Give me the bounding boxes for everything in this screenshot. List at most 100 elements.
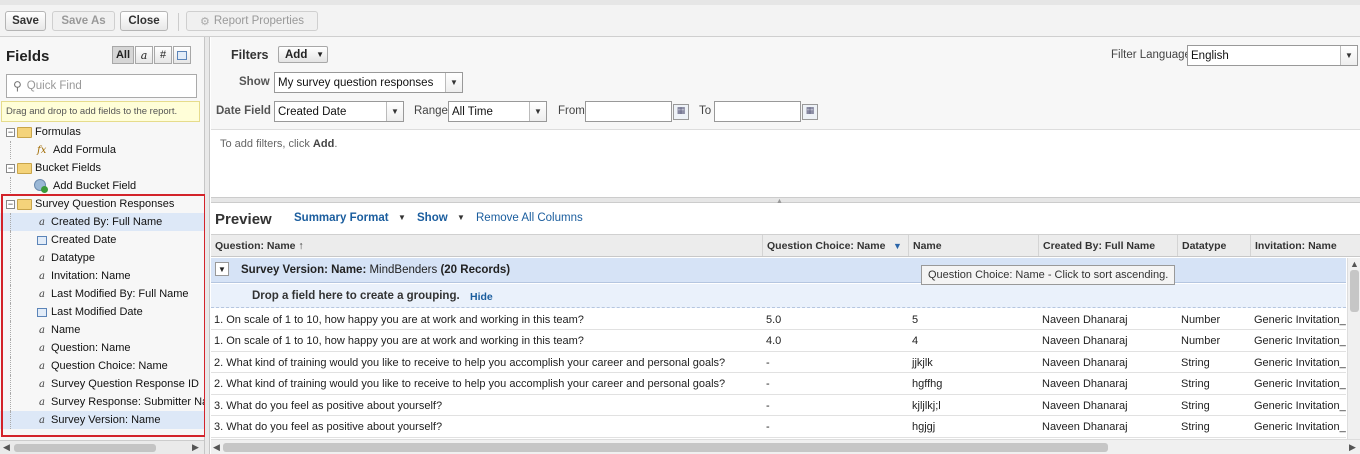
- scroll-up-icon[interactable]: ▲: [1350, 259, 1359, 269]
- column-header-question-choice-name[interactable]: Question Choice: Name: [763, 235, 909, 256]
- tree-item-add-formula[interactable]: fx Add Formula: [0, 141, 204, 159]
- field-last-modified-date[interactable]: Last Modified Date: [0, 303, 204, 321]
- sort-tooltip: Question Choice: Name - Click to sort as…: [921, 265, 1176, 285]
- add-filter-button[interactable]: Add ▼: [278, 46, 328, 63]
- tree-line: [10, 375, 11, 393]
- scroll-left-icon[interactable]: ◀: [213, 442, 220, 453]
- hide-link[interactable]: Hide: [470, 291, 493, 303]
- cell-question-name: 2. What kind of training would you like …: [214, 378, 726, 390]
- chevron-down-icon[interactable]: ▼: [457, 213, 465, 222]
- field-last-modified-by-full-name[interactable]: a Last Modified By: Full Name: [0, 285, 204, 303]
- field-created-by-full-name[interactable]: a Created By: Full Name: [0, 213, 204, 231]
- grouping-drop-zone[interactable]: Drop a field here to create a grouping. …: [211, 284, 1346, 308]
- collapse-toggle-icon[interactable]: −: [6, 127, 15, 137]
- fields-title: Fields: [6, 48, 50, 65]
- tree-item-add-bucket-field[interactable]: Add Bucket Field: [0, 177, 204, 195]
- date-field-select[interactable]: Created Date ▼: [274, 101, 404, 122]
- text-field-icon: a: [39, 396, 45, 408]
- cell-created-by: Naveen Dhanaraj: [1042, 378, 1128, 390]
- from-calendar-icon[interactable]: ▦: [673, 104, 689, 120]
- field-survey-response-submitter-name[interactable]: a Survey Response: Submitter Na: [0, 393, 208, 411]
- cell-name: hgffhg: [912, 378, 943, 390]
- filter-message-prefix: To add filters, click: [220, 138, 313, 150]
- show-select[interactable]: My survey question responses ▼: [274, 72, 463, 93]
- remove-all-columns-link[interactable]: Remove All Columns: [476, 212, 583, 224]
- table-row[interactable]: 3. What do you feel as positive about yo…: [211, 417, 1346, 438]
- to-date-input[interactable]: [714, 101, 801, 122]
- save-as-button[interactable]: Save As: [52, 11, 115, 31]
- group-header-row[interactable]: ▼ Survey Version: Name: MindBenders (20 …: [211, 258, 1346, 283]
- group-menu-icon[interactable]: ▼: [215, 262, 229, 276]
- column-header-datatype[interactable]: Datatype: [1178, 235, 1251, 256]
- column-menu-icon[interactable]: ▼: [893, 241, 902, 251]
- filter-language-select[interactable]: English ▼: [1187, 45, 1358, 66]
- tree-folder-formulas[interactable]: − Formulas: [0, 123, 204, 141]
- group-field: Survey Version: Name:: [241, 264, 367, 276]
- filter-all-button[interactable]: All: [112, 46, 134, 64]
- fields-horizontal-scrollbar[interactable]: ◀ ▶: [0, 440, 204, 454]
- to-calendar-icon[interactable]: ▦: [802, 104, 818, 120]
- tree-folder-survey-question-responses[interactable]: − Survey Question Responses: [0, 195, 204, 213]
- column-header-created-by[interactable]: Created By: Full Name: [1039, 235, 1178, 256]
- column-header-name[interactable]: Name: [909, 235, 1039, 256]
- field-survey-version-name[interactable]: a Survey Version: Name: [0, 411, 204, 429]
- field-question-choice-name[interactable]: a Question Choice: Name: [0, 357, 204, 375]
- cell-datatype: Number: [1181, 313, 1221, 326]
- from-date-input[interactable]: [585, 101, 672, 122]
- range-select[interactable]: All Time ▼: [448, 101, 547, 122]
- quick-find-input[interactable]: ⚲ Quick Find: [6, 74, 197, 98]
- chevron-down-icon: ▼: [445, 73, 462, 92]
- cell-created-by: Naveen Dhanaraj: [1042, 313, 1128, 326]
- table-row[interactable]: 3. What do you feel as positive about yo…: [211, 395, 1346, 416]
- scroll-left-icon[interactable]: ◀: [3, 442, 10, 453]
- chevron-down-icon[interactable]: ▼: [398, 213, 406, 222]
- save-button[interactable]: Save: [5, 11, 46, 31]
- collapse-toggle-icon[interactable]: −: [6, 163, 15, 173]
- table-row[interactable]: 1. On scale of 1 to 10, how happy you ar…: [211, 309, 1346, 330]
- cell-name: 4: [912, 335, 919, 347]
- preview-vertical-scrollbar[interactable]: ▲: [1347, 258, 1360, 439]
- preview-header: Preview Summary Format ▼ Show ▼ Remove A…: [211, 203, 1360, 234]
- scroll-right-icon[interactable]: ▶: [1349, 442, 1356, 453]
- field-created-date[interactable]: Created Date: [0, 231, 204, 249]
- date-field-icon: [37, 307, 47, 317]
- cell-question-name: 1. On scale of 1 to 10, how happy you ar…: [214, 313, 584, 326]
- filter-date-button[interactable]: [173, 46, 191, 64]
- table-row[interactable]: 1. On scale of 1 to 10, how happy you ar…: [211, 331, 1346, 352]
- table-row[interactable]: 2. What kind of training would you like …: [211, 352, 1346, 373]
- column-header-invitation-name[interactable]: Invitation: Name: [1251, 235, 1360, 256]
- tree-label: Survey Response: Submitter Na: [51, 396, 209, 408]
- tree-line: [10, 339, 11, 357]
- cell-name: jjkjlk: [912, 356, 933, 369]
- show-link[interactable]: Show: [417, 212, 448, 224]
- report-properties-button[interactable]: ⚙ Report Properties: [186, 11, 318, 31]
- filter-text-button[interactable]: a: [135, 46, 153, 64]
- field-datatype[interactable]: a Datatype: [0, 249, 204, 267]
- table-row[interactable]: 2. What kind of training would you like …: [211, 374, 1346, 395]
- text-field-icon: a: [39, 252, 45, 264]
- scroll-right-icon[interactable]: ▶: [192, 442, 199, 453]
- close-button[interactable]: Close: [120, 11, 168, 31]
- text-field-icon: a: [39, 216, 45, 228]
- tree-folder-bucket-fields[interactable]: − Bucket Fields: [0, 159, 204, 177]
- scrollbar-thumb[interactable]: [223, 443, 1108, 452]
- cell-datatype: String: [1181, 356, 1210, 369]
- scrollbar-thumb[interactable]: [1350, 270, 1359, 312]
- scrollbar-thumb[interactable]: [14, 444, 156, 452]
- quick-find-placeholder: Quick Find: [26, 80, 82, 92]
- field-question-name[interactable]: a Question: Name: [0, 339, 204, 357]
- cell-question-choice-name: 5.0: [766, 313, 782, 326]
- collapse-toggle-icon[interactable]: −: [6, 199, 15, 209]
- cell-datatype: String: [1181, 421, 1210, 433]
- cell-datatype: Number: [1181, 335, 1221, 347]
- field-survey-question-response-id[interactable]: a Survey Question Response ID: [0, 375, 204, 393]
- column-header-question-name[interactable]: Question: Name ↑: [211, 235, 763, 256]
- tree-line: [10, 321, 11, 339]
- field-name[interactable]: a Name: [0, 321, 204, 339]
- field-invitation-name[interactable]: a Invitation: Name: [0, 267, 204, 285]
- summary-format-link[interactable]: Summary Format: [294, 212, 389, 224]
- cell-name: kjljlkj;l: [912, 399, 941, 412]
- filter-number-button[interactable]: #: [154, 46, 172, 64]
- preview-horizontal-scrollbar[interactable]: ◀ ▶: [211, 439, 1360, 454]
- panel-splitter[interactable]: [205, 37, 210, 454]
